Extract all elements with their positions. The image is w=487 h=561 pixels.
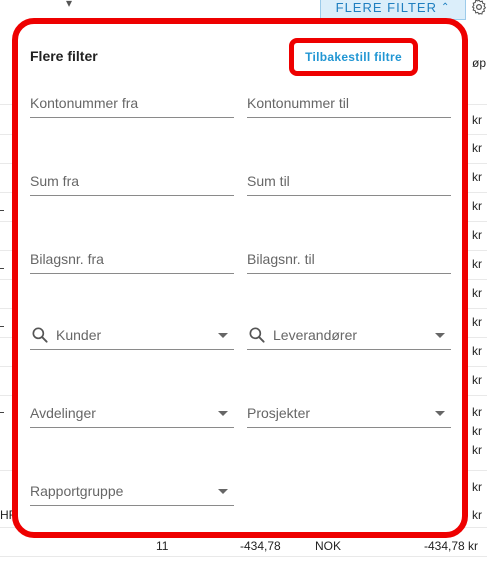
row-count: 11 [156,539,169,553]
sum-to-field[interactable]: Sum til [247,166,451,196]
currency-cell: kr [472,508,482,522]
row-total: -434,78 kr [424,539,479,553]
caret-down-icon[interactable]: ▾ [66,0,72,10]
customers-select[interactable]: Kunder [30,320,234,350]
column-header-fragment: øp [472,56,487,70]
row-fragment [0,210,4,211]
departments-label: Avdelinger [30,404,96,421]
chevron-up-icon: ⌃ [440,1,451,13]
row-fragment [0,268,4,269]
currency-cell: kr [472,170,482,184]
reset-filters-button[interactable]: Tilbakestill filtre [289,38,418,76]
account-to-field[interactable]: Kontonummer til [247,88,451,118]
more-filters-button[interactable]: FLERE FILTER ⌃ [320,0,466,20]
chevron-down-icon [435,411,445,416]
currency-cell: kr [472,113,482,127]
sum-from-label: Sum fra [30,172,80,189]
search-icon [249,327,265,343]
suppliers-label: Leverandører [273,326,358,343]
currency-cell: kr [472,228,482,242]
dialog-title: Flere filter [30,48,98,64]
currency-cell: kr [472,315,482,329]
currency-cell: kr [472,373,482,387]
row-fragment [0,326,4,327]
currency-cell: kr [472,443,482,457]
voucher-from-field[interactable]: Bilagsnr. fra [30,244,234,274]
currency-cell: kr [472,405,482,419]
voucher-to-label: Bilagsnr. til [247,250,315,267]
row-currency: NOK [315,539,342,553]
search-icon [32,327,48,343]
departments-select[interactable]: Avdelinger [30,398,234,428]
chevron-down-icon [435,333,445,338]
suppliers-select[interactable]: Leverandører [247,320,451,350]
chevron-down-icon [218,411,228,416]
account-from-label: Kontonummer fra [30,94,139,111]
account-from-field[interactable]: Kontonummer fra [30,88,234,118]
currency-cell: kr [472,199,482,213]
gear-icon[interactable] [470,0,487,18]
currency-cell: kr [472,257,482,271]
report-group-select[interactable]: Rapportgruppe [30,476,234,506]
chevron-down-icon [218,489,228,494]
projects-label: Prosjekter [247,404,311,421]
currency-cell: kr [472,141,482,155]
table-row-divider [0,556,487,557]
currency-cell: kr [472,344,482,358]
projects-select[interactable]: Prosjekter [247,398,451,428]
top-bar: ▾ FLERE FILTER ⌃ [0,0,487,20]
row-fragment [0,412,4,413]
more-filters-dialog: Flere filter Tilbakestill filtre Kontonu… [12,18,468,538]
currency-cell: kr [472,424,482,438]
account-to-label: Kontonummer til [247,94,349,111]
more-filters-label: FLERE FILTER [335,0,437,15]
sum-to-label: Sum til [247,172,290,189]
voucher-from-label: Bilagsnr. fra [30,250,104,267]
chevron-down-icon [218,333,228,338]
customers-label: Kunder [56,326,102,343]
row-amount: -434,78 [240,539,281,553]
voucher-to-field[interactable]: Bilagsnr. til [247,244,451,274]
sum-from-field[interactable]: Sum fra [30,166,234,196]
report-group-label: Rapportgruppe [30,482,124,499]
currency-cell: kr [472,480,482,494]
currency-cell: kr [472,286,482,300]
